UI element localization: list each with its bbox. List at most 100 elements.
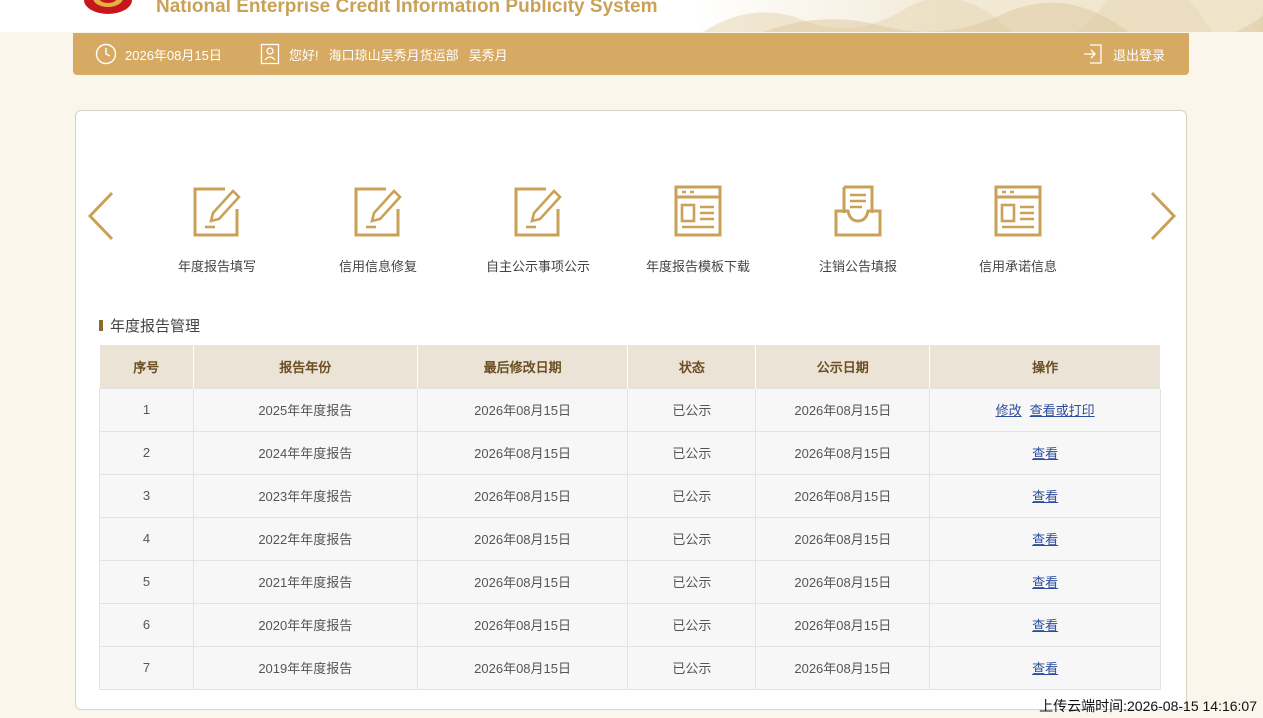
edit-form-icon [514,187,562,237]
cell-actions: 查看 [929,645,1161,690]
cell-published: 2026年08月15日 [755,516,931,560]
cell-published: 2026年08月15日 [755,473,931,517]
cell-status: 已公示 [627,645,757,690]
table-row: 5 2021年年度报告 2026年08月15日 已公示 2026年08月15日 … [99,559,1161,603]
cell-no: 4 [99,516,194,560]
greeting-text: 您好! [289,47,319,63]
view-link[interactable]: 查看 [1032,446,1058,461]
cell-year: 2025年年度报告 [193,387,418,431]
cell-no: 3 [99,473,194,517]
view-link[interactable]: 查看 [1032,575,1058,590]
current-date: 2026年08月15日 [95,33,222,75]
cell-year: 2019年年度报告 [193,645,418,690]
table-row: 2 2024年年度报告 2026年08月15日 已公示 2026年08月15日 … [99,430,1161,474]
col-header-status: 状态 [627,345,757,388]
clock-icon [95,43,117,65]
cell-status: 已公示 [627,473,757,517]
template-document-icon [994,185,1042,237]
national-emblem-icon [84,0,132,14]
cell-year: 2022年年度报告 [193,516,418,560]
section-title-text: 年度报告管理 [110,318,201,335]
view-link[interactable]: 查看 [1032,661,1058,676]
cell-modified: 2026年08月15日 [417,430,629,474]
cell-no: 6 [99,602,194,646]
cell-year: 2020年年度报告 [193,602,418,646]
logout-icon [1083,44,1102,64]
tile-annual-report-fill[interactable]: 年度报告填写 [152,183,282,279]
cell-status: 已公示 [627,387,757,431]
cell-actions: 查看 [929,430,1161,474]
table-header-row: 序号 报告年份 最后修改日期 状态 公示日期 操作 [99,345,1161,388]
cell-published: 2026年08月15日 [755,387,931,431]
view-link[interactable]: 查看 [1032,489,1058,504]
cell-actions: 查看 [929,602,1161,646]
cell-published: 2026年08月15日 [755,430,931,474]
cell-no: 7 [99,645,194,690]
cell-modified: 2026年08月15日 [417,473,629,517]
view-or-print-link[interactable]: 查看或打印 [1030,403,1095,418]
cell-status: 已公示 [627,602,757,646]
tile-self-disclosure[interactable]: 自主公示事项公示 [473,183,603,279]
cell-year: 2021年年度报告 [193,559,418,603]
cell-no: 2 [99,430,194,474]
tile-deregistration-notice[interactable]: 注销公告填报 [793,183,923,279]
edit-form-icon [193,187,241,237]
col-header-no: 序号 [99,345,194,388]
col-header-modified: 最后修改日期 [417,345,629,388]
cell-modified: 2026年08月15日 [417,559,629,603]
col-header-actions: 操作 [929,345,1161,388]
cell-modified: 2026年08月15日 [417,387,629,431]
tile-label: 年度报告模板下载 [645,259,750,274]
table-row: 4 2022年年度报告 2026年08月15日 已公示 2026年08月15日 … [99,516,1161,560]
cell-modified: 2026年08月15日 [417,602,629,646]
cell-year: 2023年年度报告 [193,473,418,517]
site-banner: National Enterprise Credit Information P… [0,0,1263,32]
cell-no: 5 [99,559,194,603]
annual-report-table: 序号 报告年份 最后修改日期 状态 公示日期 操作 1 2025年年度报告 20… [99,345,1161,690]
col-header-published: 公示日期 [755,345,931,388]
section-title: 年度报告管理 [99,315,200,336]
table-row: 7 2019年年度报告 2026年08月15日 已公示 2026年08月15日 … [99,645,1161,690]
inbox-document-icon [834,185,882,237]
tile-template-download[interactable]: 年度报告模板下载 [633,183,763,279]
tile-credit-repair[interactable]: 信用信息修复 [313,183,443,279]
cell-actions: 查看 [929,516,1161,560]
logout-button[interactable]: 退出登录 [1083,33,1165,75]
banner-decoration [703,0,1263,32]
col-header-year: 报告年份 [193,345,418,388]
cell-status: 已公示 [627,516,757,560]
cell-status: 已公示 [627,430,757,474]
tile-label: 信用承诺信息 [978,259,1057,274]
tile-label: 自主公示事项公示 [485,259,590,274]
carousel-prev-arrow-icon[interactable] [84,189,118,243]
cell-actions: 查看 [929,473,1161,517]
cell-published: 2026年08月15日 [755,645,931,690]
cell-published: 2026年08月15日 [755,602,931,646]
tile-label: 注销公告填报 [818,259,897,274]
table-row: 6 2020年年度报告 2026年08月15日 已公示 2026年08月15日 … [99,602,1161,646]
user-info: 您好! 海口琼山吴秀月货运部 吴秀月 [260,33,508,75]
user-status-bar: 2026年08月15日 您好! 海口琼山吴秀月货运部 吴秀月 退出登录 [73,33,1189,75]
company-name: 海口琼山吴秀月货运部 [328,47,459,63]
cell-year: 2024年年度报告 [193,430,418,474]
carousel-next-arrow-icon[interactable] [1146,189,1180,243]
view-link[interactable]: 查看 [1032,618,1058,633]
edit-form-icon [354,187,402,237]
main-panel: 年度报告填写 信用信息修复 自主公示事项公示 年度报告模板下载 注销公告填报 信… [75,110,1187,710]
edit-link[interactable]: 修改 [996,403,1022,418]
table-row: 1 2025年年度报告 2026年08月15日 已公示 2026年08月15日 … [99,387,1161,431]
tile-label: 信用信息修复 [338,259,417,274]
cell-actions: 修改 查看或打印 [929,387,1161,431]
cell-status: 已公示 [627,559,757,603]
tile-label: 年度报告填写 [177,259,256,274]
view-link[interactable]: 查看 [1032,532,1058,547]
tile-credit-commitment[interactable]: 信用承诺信息 [953,183,1083,279]
user-card-icon [260,43,280,65]
table-row: 3 2023年年度报告 2026年08月15日 已公示 2026年08月15日 … [99,473,1161,517]
cell-actions: 查看 [929,559,1161,603]
cell-modified: 2026年08月15日 [417,516,629,560]
person-name: 吴秀月 [468,47,508,63]
cell-published: 2026年08月15日 [755,559,931,603]
template-document-icon [674,185,722,237]
cell-modified: 2026年08月15日 [417,645,629,690]
